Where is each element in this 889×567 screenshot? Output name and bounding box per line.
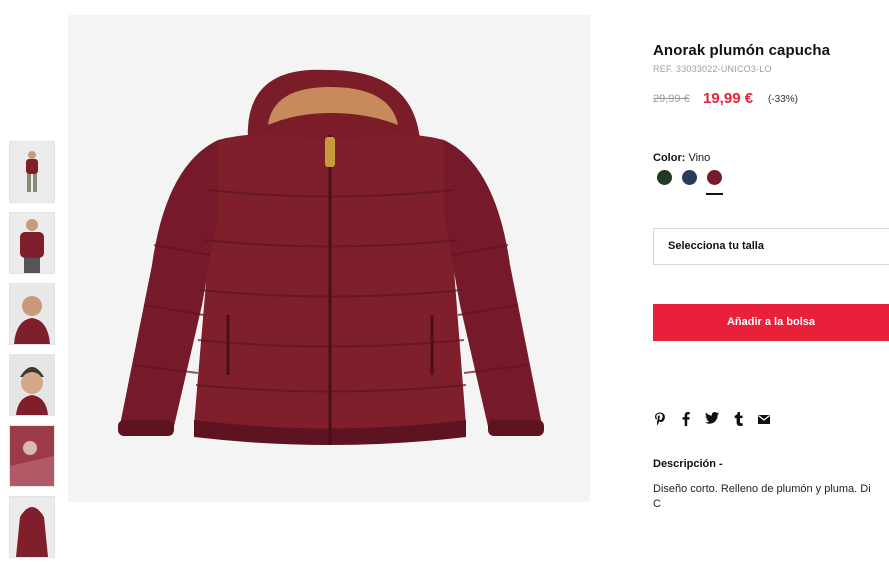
product-ref: REF. 33033022-UNICO3-LO xyxy=(653,64,772,74)
share-icons xyxy=(653,412,771,428)
old-price: 29,99 € xyxy=(653,93,690,105)
thumbnail-face[interactable] xyxy=(9,354,55,416)
thumbnail-gallery xyxy=(9,141,55,567)
add-to-bag-button[interactable]: Añadir a la bolsa xyxy=(653,304,889,341)
sale-price: 19,99 € xyxy=(703,90,754,107)
swatch-green[interactable] xyxy=(657,170,672,185)
mail-icon[interactable] xyxy=(757,412,771,428)
twitter-icon[interactable] xyxy=(705,412,719,428)
size-select[interactable]: Selecciona tu talla xyxy=(653,228,889,265)
thumbnail-upper-body[interactable] xyxy=(9,212,55,274)
product-info-panel: Anorak plumón capucha REF. 33033022-UNIC… xyxy=(653,0,889,510)
discount-badge: (-33%) xyxy=(768,94,799,105)
description-text: Diseño corto. Relleno de plumón y pluma.… xyxy=(653,483,871,495)
swatch-wine[interactable] xyxy=(706,170,723,195)
facebook-icon[interactable] xyxy=(679,412,693,428)
thumbnail-detail[interactable] xyxy=(9,425,55,487)
color-label: Color: xyxy=(653,152,686,164)
product-image[interactable] xyxy=(68,15,590,502)
tumblr-icon[interactable] xyxy=(731,412,745,428)
thumbnail-full-body[interactable] xyxy=(9,141,55,203)
jacket-illustration xyxy=(68,15,590,502)
product-title: Anorak plumón capucha xyxy=(653,42,831,59)
thumbnail-back[interactable] xyxy=(9,496,55,558)
thumbnail-hood-side[interactable] xyxy=(9,283,55,345)
description-text-2: C xyxy=(653,498,661,510)
color-label-row: Color: Vino xyxy=(653,152,710,164)
pinterest-icon[interactable] xyxy=(653,412,667,428)
description-title: Descripción - xyxy=(653,458,723,470)
color-value: Vino xyxy=(688,152,711,164)
color-swatches xyxy=(657,170,723,195)
swatch-navy[interactable] xyxy=(682,170,697,185)
